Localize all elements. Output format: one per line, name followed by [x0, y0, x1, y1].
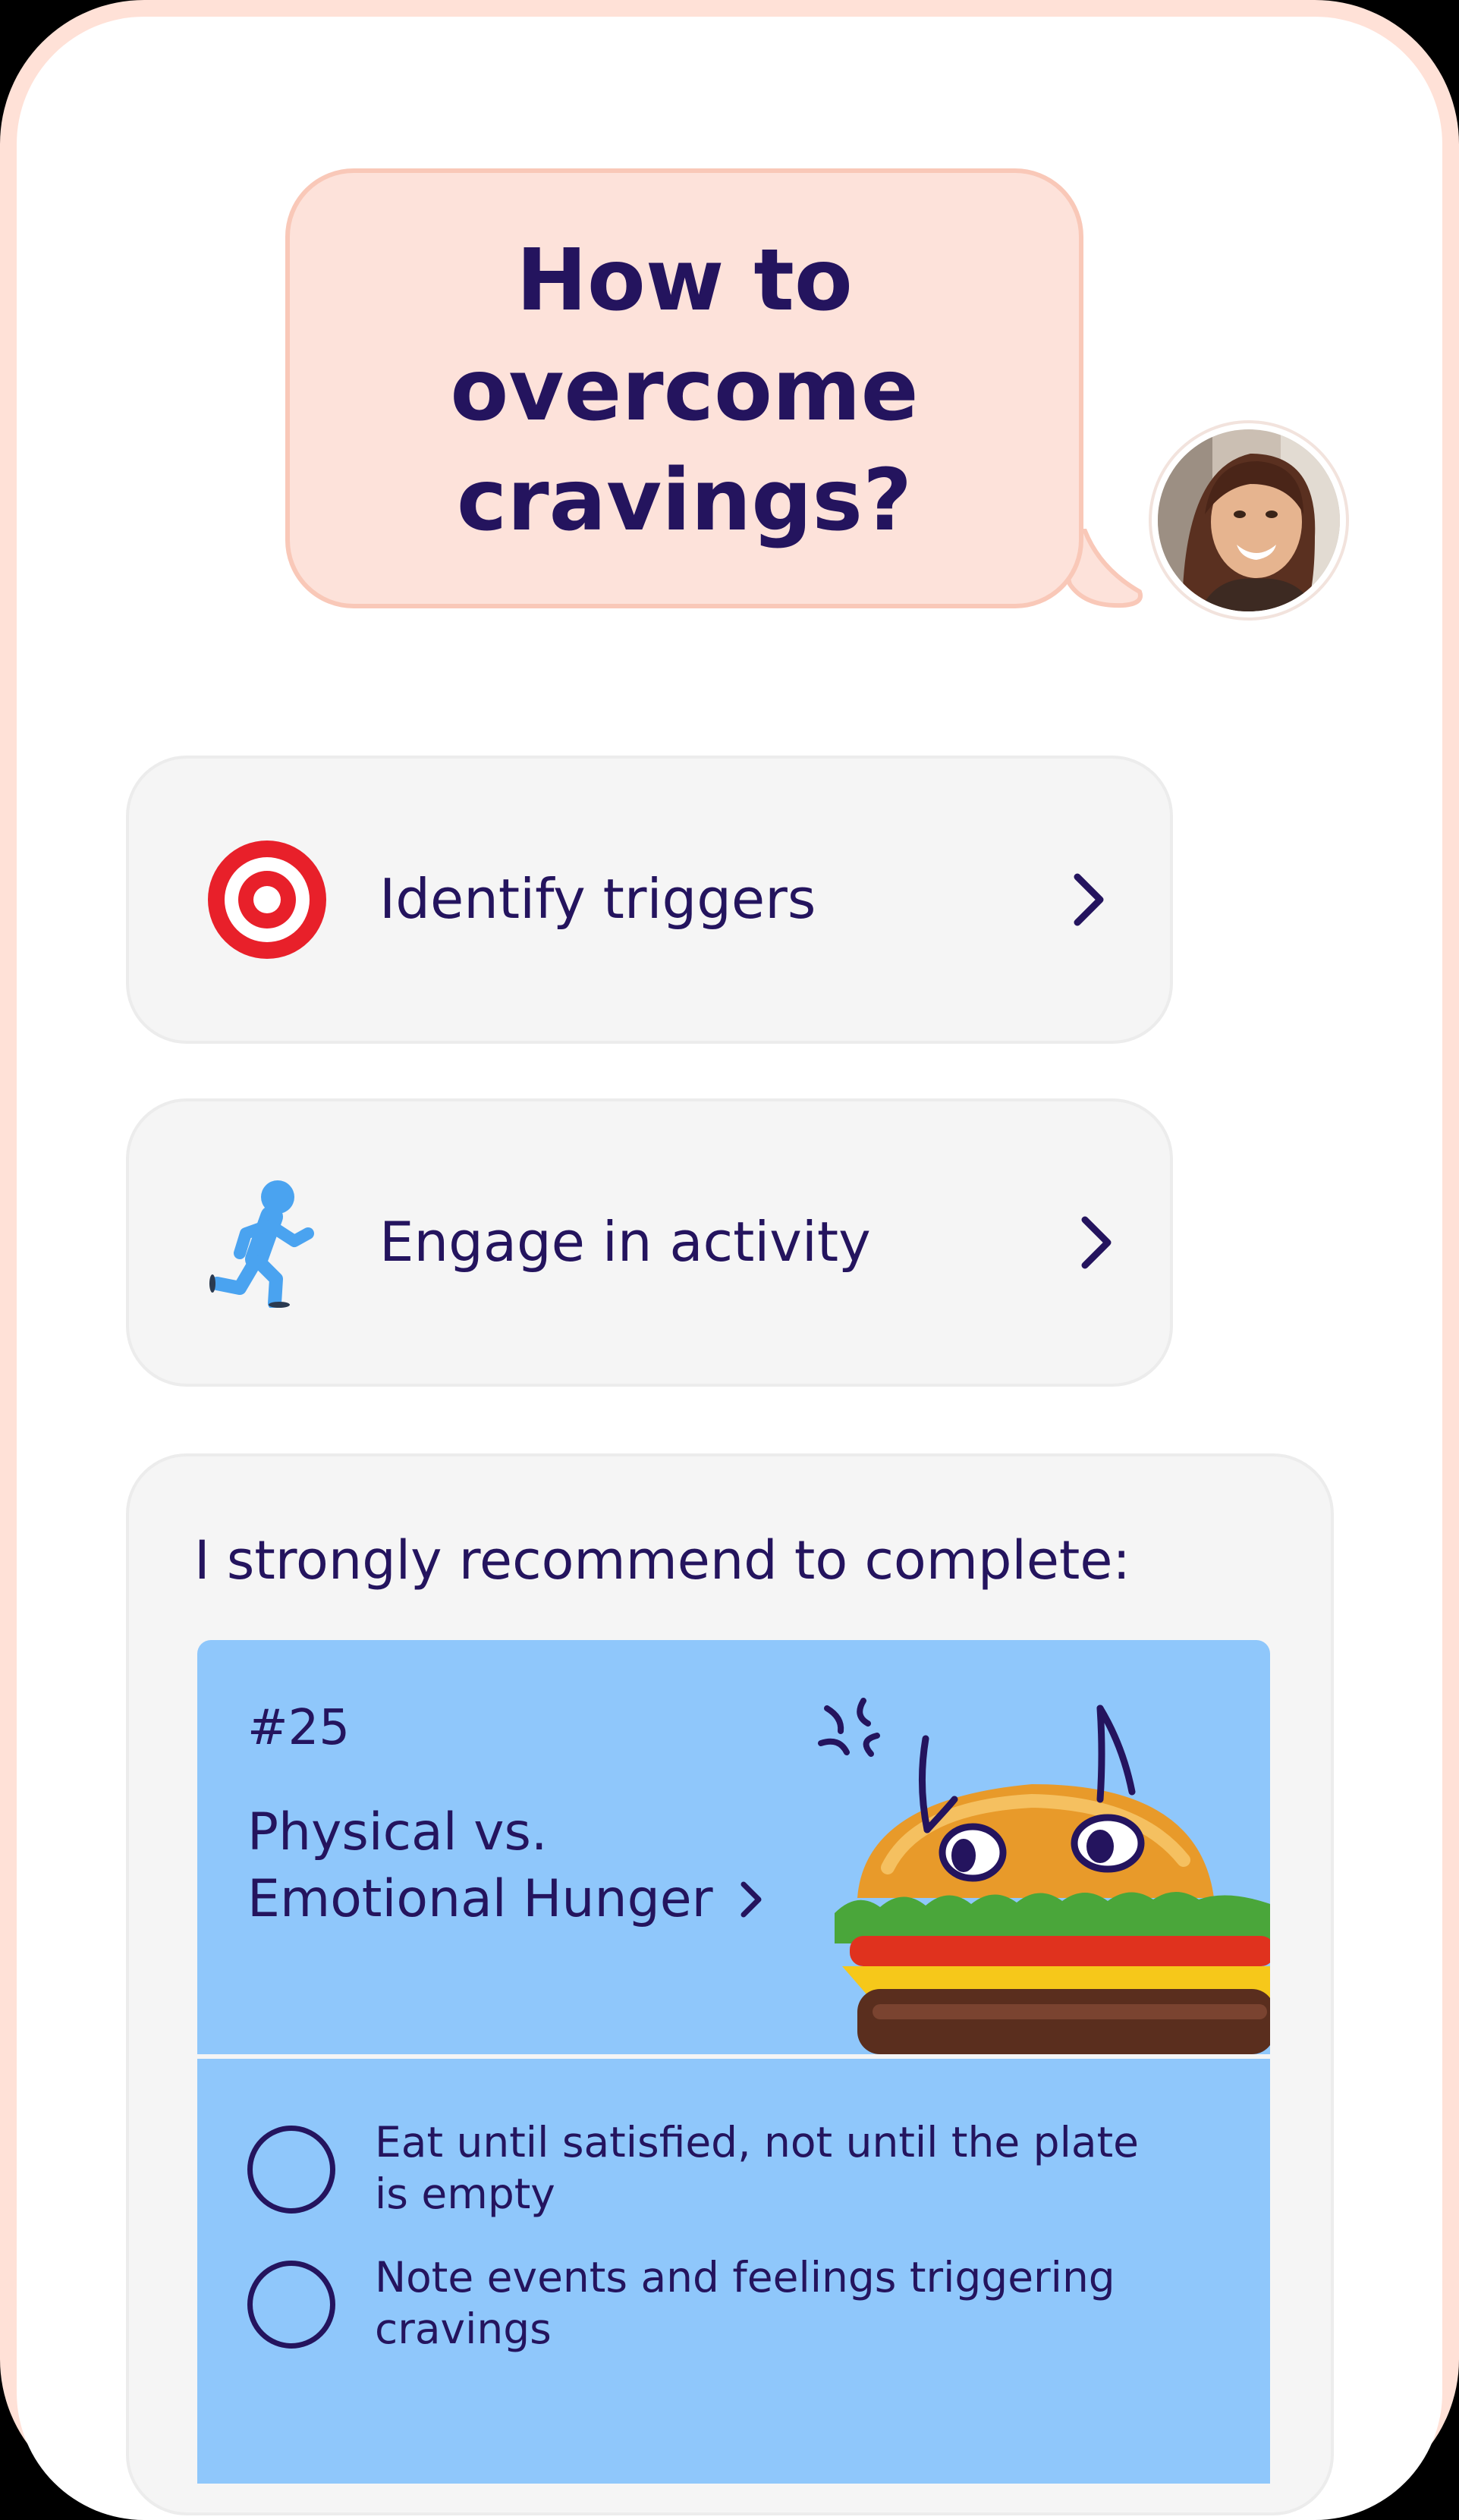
- engage-activity-label: Engage in activity: [379, 1210, 871, 1274]
- angry-burger-illustration: [818, 1698, 1270, 2054]
- chevron-right-icon: [1074, 873, 1104, 926]
- lesson-title: Physical vs. Emotional Hunger: [247, 1799, 766, 1933]
- running-person-icon: [209, 1180, 314, 1308]
- lesson-number: #25: [247, 1700, 351, 1756]
- target-icon: [208, 841, 326, 959]
- identify-triggers-card[interactable]: Identify triggers: [126, 756, 1173, 1044]
- lesson-title-line-2: Emotional Hunger: [247, 1869, 713, 1929]
- avatar: [1152, 423, 1346, 617]
- identify-triggers-label: Identify triggers: [379, 867, 816, 931]
- recommendation-panel: I strongly recommend to complete: #25 Ph…: [126, 1453, 1334, 2515]
- task-text: Eat until satisfied, not until the plate…: [375, 2118, 1139, 2218]
- chevron-right-icon: [1081, 1216, 1112, 1269]
- task-checkbox[interactable]: [247, 2126, 335, 2214]
- recommendation-heading: I strongly recommend to complete:: [194, 1529, 1130, 1591]
- task-checkbox[interactable]: [247, 2261, 335, 2349]
- lesson-title-line-2-wrap: Emotional Hunger: [247, 1866, 766, 1933]
- user-question-text: How to overcome cravings?: [450, 231, 919, 550]
- user-question-bubble: How to overcome cravings?: [285, 168, 1083, 608]
- engage-activity-card[interactable]: Engage in activity: [126, 1098, 1173, 1387]
- lesson-card[interactable]: #25 Physical vs. Emotional Hunger: [197, 1640, 1270, 2054]
- chevron-right-icon: [741, 1881, 762, 1918]
- avatar-photo: [1158, 429, 1340, 611]
- task-list: Eat until satisfied, not until the plate…: [197, 2059, 1270, 2484]
- task-text: Note events and feelings triggering crav…: [375, 2253, 1115, 2353]
- anger-mark-icon: [818, 1698, 880, 1757]
- lesson-title-line-1: Physical vs.: [247, 1802, 548, 1862]
